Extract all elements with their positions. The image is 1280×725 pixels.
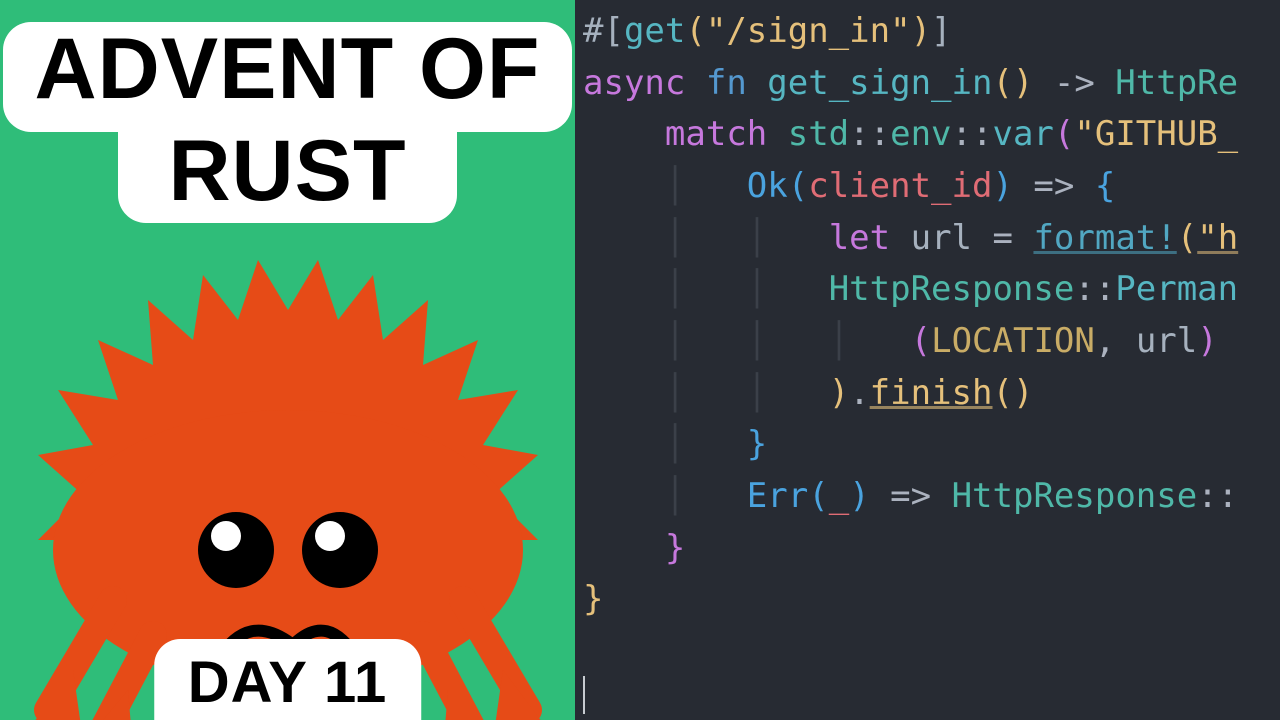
- code-panel: #[get("/sign_in")] async fn get_sign_in(…: [575, 0, 1280, 720]
- code-block: #[get("/sign_in")] async fn get_sign_in(…: [575, 0, 1280, 626]
- text-cursor: [583, 676, 585, 714]
- title-box-top: ADVENT OF: [3, 22, 573, 132]
- left-panel: ADVENT OF RUST: [0, 0, 575, 720]
- day-badge: DAY 11: [154, 639, 422, 720]
- title-line-2: RUST: [168, 128, 406, 216]
- title-line-1: ADVENT OF: [35, 26, 541, 114]
- title-wrap: ADVENT OF RUST: [3, 0, 573, 223]
